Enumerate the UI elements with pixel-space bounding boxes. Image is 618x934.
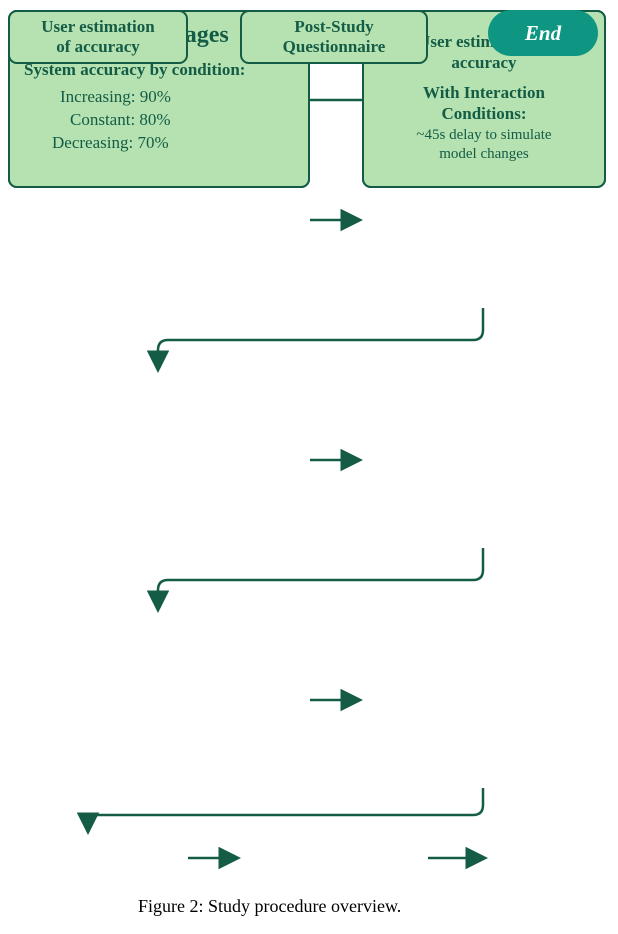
- estimation-3-sub: With Interaction Conditions:: [378, 83, 590, 124]
- figure-caption: Figure 2: Study procedure overview.: [138, 896, 401, 917]
- end-label: End: [525, 21, 561, 46]
- flowchart-canvas: Start Study Consent Pre-Study Questionna…: [8, 10, 610, 915]
- poststudy-label: Post-Study Questionnaire: [283, 17, 386, 56]
- step-user-estimation-accuracy: User estimation of accuracy: [8, 10, 188, 64]
- step-poststudy-questionnaire: Post-Study Questionnaire: [240, 10, 428, 64]
- round-3-cond-constant: Constant: 80%: [24, 109, 294, 132]
- estimation-3-note: ~45s delay to simulate model changes: [378, 126, 590, 164]
- user-est-label: User estimation of accuracy: [41, 17, 154, 56]
- round-3-cond-increasing: Increasing: 90%: [24, 86, 294, 109]
- round-3-cond-decreasing: Decreasing: 70%: [24, 132, 294, 155]
- end-node: End: [488, 10, 598, 56]
